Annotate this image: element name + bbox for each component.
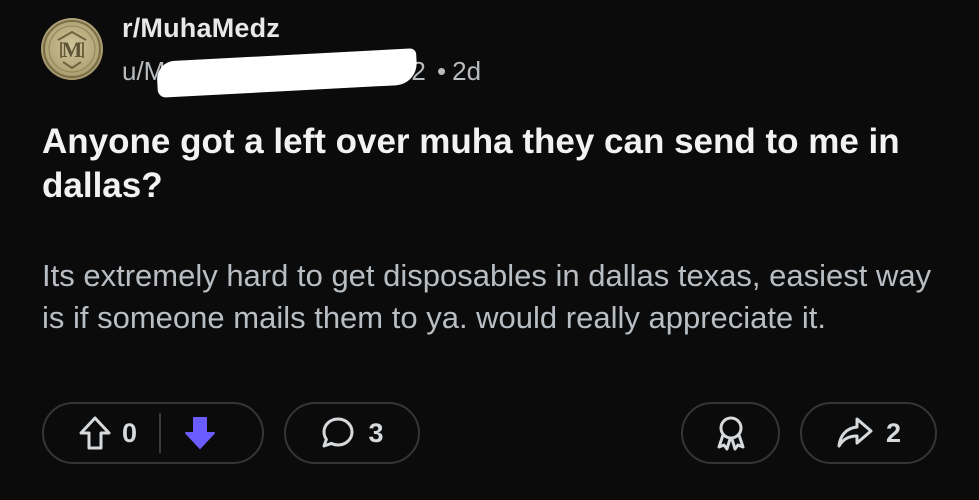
svg-text:M: M <box>62 37 83 62</box>
downvote-button[interactable] <box>183 415 217 451</box>
share-button[interactable]: 2 <box>800 402 937 464</box>
meta-separator: • <box>437 55 447 86</box>
subreddit-name[interactable]: r/MuhaMedz <box>122 13 280 44</box>
share-icon <box>836 415 874 451</box>
vote-divider <box>159 413 162 453</box>
username-redaction <box>156 48 419 98</box>
subreddit-logo-icon: M <box>43 20 101 78</box>
award-button[interactable] <box>681 402 780 464</box>
post-title[interactable]: Anyone got a left over muha they can sen… <box>42 120 942 208</box>
post-age: 2d <box>452 55 482 86</box>
vote-control: 0 <box>42 402 264 464</box>
subreddit-avatar[interactable]: M <box>41 18 103 80</box>
upvote-button[interactable] <box>78 415 112 451</box>
arrow-down-filled-icon <box>185 417 216 449</box>
arrow-up-outline-icon <box>79 416 111 450</box>
comment-count: 3 <box>368 417 384 448</box>
award-icon <box>712 414 750 452</box>
post-body: Its extremely hard to get disposables in… <box>42 258 932 335</box>
post-meta: u/M 2 • 2d <box>122 48 482 98</box>
post-card: M r/MuhaMedz u/M 2 • 2d Anyone got a left … <box>0 0 979 500</box>
comment-icon <box>320 415 356 451</box>
vote-count: 0 <box>122 417 138 448</box>
comments-button[interactable]: 3 <box>284 402 420 464</box>
share-count: 2 <box>885 417 902 448</box>
